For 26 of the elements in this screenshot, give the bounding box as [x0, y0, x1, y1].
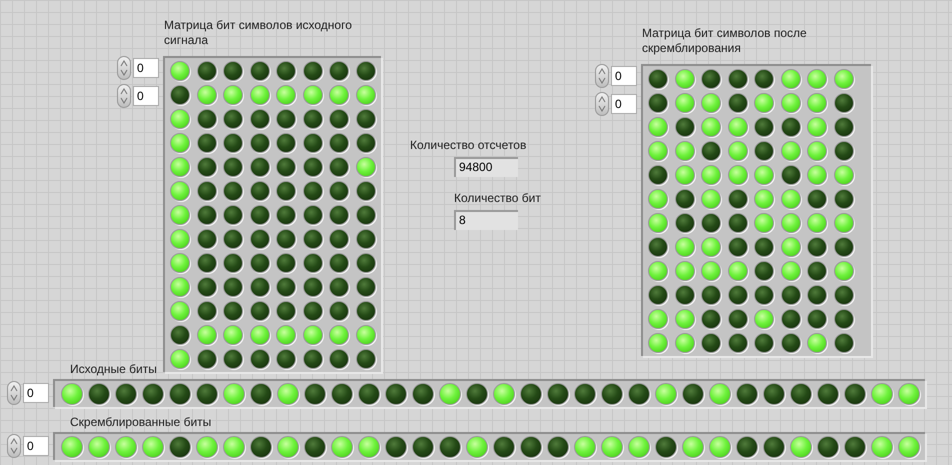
array-label: Скремблированные биты	[70, 415, 212, 430]
count-display: 8	[454, 210, 518, 230]
matrix-label: Матрица бит символов исходного сигнала	[163, 18, 353, 49]
spinner-arrows-icon	[120, 87, 128, 105]
spinner-arrows-icon	[10, 384, 18, 402]
matrix-label: Матрица бит символов после скремблирования	[641, 26, 808, 57]
index-field[interactable]: 0	[611, 94, 637, 114]
spinner-arrows-icon	[120, 59, 128, 77]
count-display: 94800	[454, 157, 518, 177]
array-label: Исходные биты	[70, 362, 157, 377]
spinner-arrows-icon	[598, 67, 606, 85]
index-field[interactable]: 0	[23, 383, 49, 403]
spinner-arrows-icon	[10, 437, 18, 455]
index-field[interactable]: 0	[133, 86, 159, 106]
count-label: Количество отсчетов	[410, 138, 526, 153]
index-field[interactable]: 0	[133, 58, 159, 78]
index-field[interactable]: 0	[611, 66, 637, 86]
spinner-control[interactable]	[117, 84, 131, 108]
index-field[interactable]: 0	[23, 436, 49, 456]
spinner-control[interactable]	[7, 381, 21, 405]
spinner-control[interactable]	[117, 56, 131, 80]
spinner-control[interactable]	[595, 92, 609, 116]
spinner-arrows-icon	[598, 95, 606, 113]
spinner-control[interactable]	[7, 434, 21, 458]
count-label: Количество бит	[454, 191, 541, 206]
spinner-control[interactable]	[595, 64, 609, 88]
